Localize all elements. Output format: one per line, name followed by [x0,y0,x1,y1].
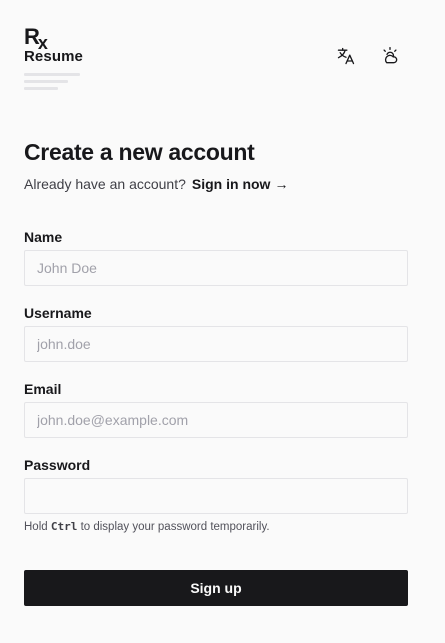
arrow-right-icon: → [274,176,289,192]
translate-icon [337,47,355,65]
username-label: Username [24,305,92,321]
password-label: Password [24,457,91,473]
password-hint: Hold Ctrl to display your password tempo… [24,520,270,533]
ctrl-key: Ctrl [50,520,78,533]
password-input[interactable] [24,478,408,514]
signin-link[interactable]: Sign in now → [192,176,289,192]
language-button[interactable] [332,42,360,70]
password-hint-before: Hold [24,521,48,533]
signup-button[interactable]: Sign up [24,570,408,606]
logo[interactable]: Rx Resume [24,26,94,94]
email-label: Email [24,381,62,397]
signin-prompt-text: Already have an account? [24,176,186,192]
logo-wordmark: Resume [24,48,83,65]
logo-mark-r: R [24,24,40,49]
email-input[interactable] [24,402,408,438]
username-input[interactable] [24,326,408,362]
name-input[interactable] [24,250,408,286]
signup-page: Rx Resume Create a new account Already h [0,0,445,643]
logo-line [24,80,68,83]
cloud-sun-icon [383,47,398,64]
theme-button[interactable] [376,42,404,70]
logo-decoration [24,73,80,94]
password-hint-after: to display your password temporarily. [80,521,270,533]
logo-line [24,87,58,90]
logo-line [24,73,80,76]
signin-prompt: Already have an account? Sign in now → [24,176,288,192]
name-label: Name [24,229,63,245]
page-title: Create a new account [24,139,255,165]
signin-link-label: Sign in now [191,176,271,192]
logo-mark: Rx [24,24,48,54]
